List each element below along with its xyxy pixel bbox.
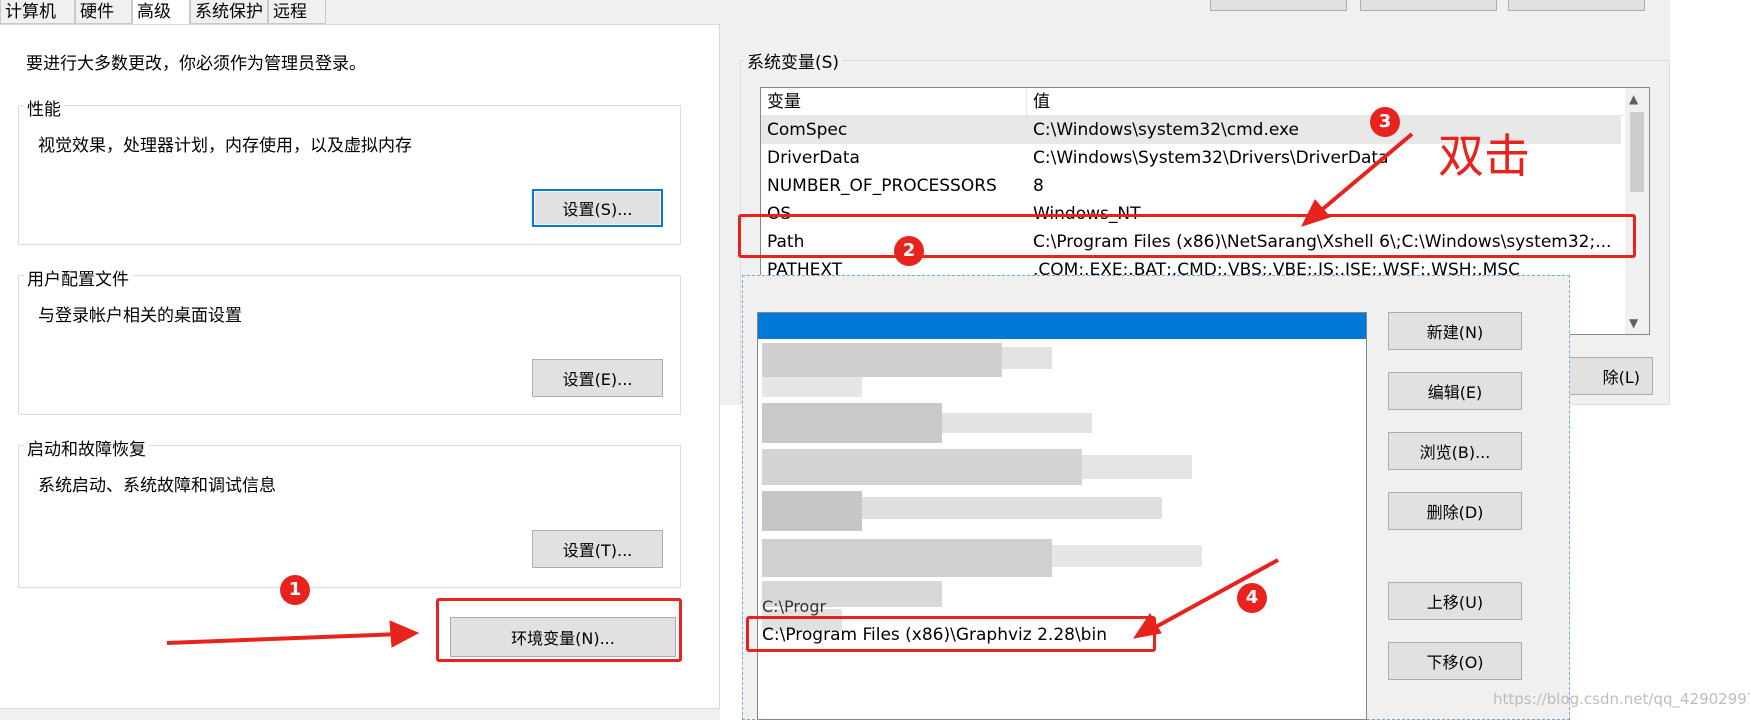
watermark: https://blog.csdn.net/qq_42902997 (1493, 690, 1750, 708)
arrow-1-head (389, 620, 420, 648)
arrow-4 (1151, 558, 1279, 631)
arrow-3 (1316, 132, 1414, 215)
arrow-4-head (1132, 613, 1162, 639)
arrow-1 (166, 632, 401, 645)
annotation-arrows (166, 132, 1414, 648)
